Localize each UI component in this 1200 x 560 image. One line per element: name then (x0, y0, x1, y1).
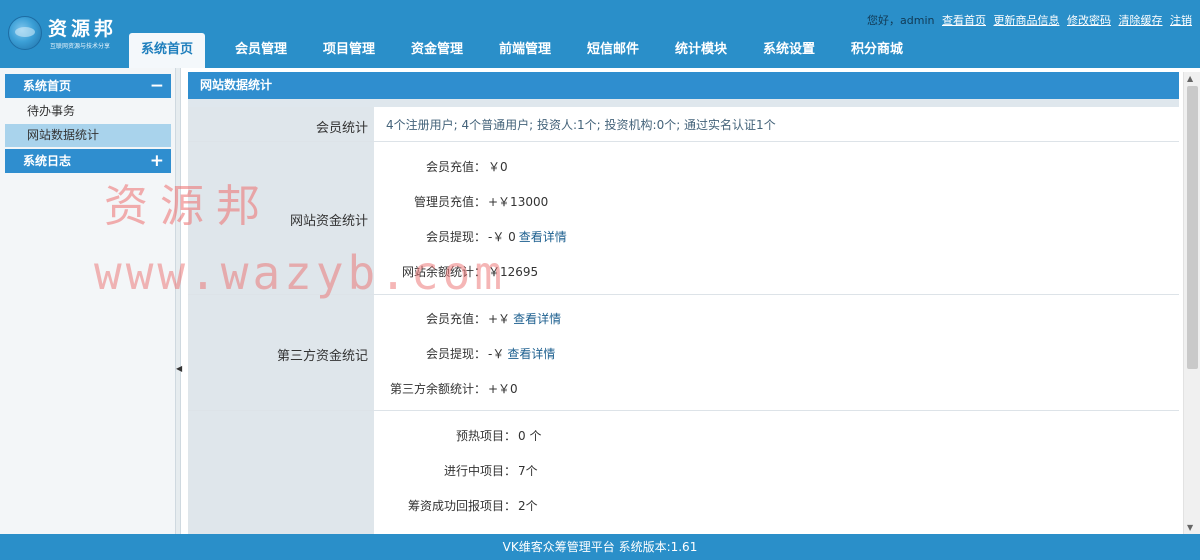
link-logout[interactable]: 注销 (1170, 14, 1192, 27)
project-preheat: 预热项目： 0 个 (455, 429, 542, 443)
site-member-recharge: 会员充值： ￥0 (425, 160, 508, 174)
link-clear-cache[interactable]: 清除缓存 (1119, 14, 1163, 27)
panel-strip (188, 99, 1179, 107)
nav-fund-management[interactable]: 资金管理 (393, 33, 481, 68)
globe-icon (8, 16, 42, 50)
tp-member-recharge: 会员充值： +￥ 查看详情 (425, 312, 562, 326)
panel-title: 网站数据统计 (188, 72, 1179, 99)
nav-project-management[interactable]: 项目管理 (305, 33, 393, 68)
row-label: 会员统计 (315, 121, 368, 136)
view-details-link[interactable]: 查看详情 (507, 347, 555, 361)
row-label: 第三方资金统记 (276, 349, 368, 364)
row-site-funds: 网站资金统计 会员充值： ￥0 管理员充值： +￥13000 会员提现： -￥ 0 查看… (188, 142, 1179, 295)
sidebar-toggle-icon[interactable]: ◀ (176, 364, 182, 373)
tp-balance: 第三方余额统计： +￥0 (389, 382, 518, 396)
main-content: 网站数据统计 会员统计 4个注册用户; 4个普通用户; 投资人:1个; 投资机构… (188, 72, 1179, 534)
site-member-withdraw: 会员提现： -￥ 0 查看详情 (425, 230, 567, 244)
logo-subtitle: 互联网资源与技术分享 (50, 43, 111, 50)
sidebar-group-label: 系统首页 (23, 79, 72, 93)
greeting: 您好，admin (867, 14, 935, 27)
sidebar-item-site-stats[interactable]: 网站数据统计 (5, 124, 171, 147)
project-ongoing: 进行中项目： 7个 (443, 464, 538, 478)
collapse-icon[interactable]: − (150, 74, 164, 98)
site-admin-recharge: 管理员充值： +￥13000 (413, 195, 549, 209)
sidebar-group-system-home[interactable]: 系统首页 − (5, 74, 171, 98)
nav-sms-email[interactable]: 短信邮件 (569, 33, 657, 68)
expand-icon[interactable]: + (150, 149, 164, 173)
logo-name: 资源邦 (48, 18, 118, 40)
nav-system-home[interactable]: 系统首页 (129, 33, 205, 68)
nav-system-settings[interactable]: 系统设置 (745, 33, 833, 68)
sidebar: 系统首页 − 待办事务 网站数据统计 系统日志 + ◀ (0, 68, 182, 534)
vertical-scrollbar[interactable]: ▲ ▼ (1183, 72, 1200, 534)
nav-statistics[interactable]: 统计模块 (657, 33, 745, 68)
nav-points-mall[interactable]: 积分商城 (833, 33, 921, 68)
sidebar-group-system-log[interactable]: 系统日志 + (5, 149, 171, 173)
row-label: 网站资金统计 (289, 214, 368, 229)
main-nav: 系统首页 会员管理 项目管理 资金管理 前端管理 短信邮件 统计模块 系统设置 … (129, 33, 921, 68)
top-header: 资源邦 互联网资源与技术分享 您好，admin 查看首页 更新商品信息 修改密码… (0, 0, 1200, 68)
row-third-party-funds: 第三方资金统记 会员充值： +￥ 查看详情 会员提现： -￥ 查看详情 第三方余额统计：… (188, 295, 1179, 411)
link-view-home[interactable]: 查看首页 (942, 14, 986, 27)
view-details-link[interactable]: 查看详情 (519, 230, 567, 244)
scroll-up-icon[interactable]: ▲ (1187, 74, 1193, 83)
member-stats-text: 4个注册用户; 4个普通用户; 投资人:1个; 投资机构:0个; 通过实名认证1… (386, 118, 776, 132)
tp-member-withdraw: 会员提现： -￥ 查看详情 (425, 347, 556, 361)
view-details-link[interactable]: 查看详情 (513, 312, 561, 326)
nav-member-management[interactable]: 会员管理 (217, 33, 305, 68)
site-balance: 网站余额统计： ￥12695 (401, 265, 539, 279)
footer: VK维客众筹管理平台 系统版本:1.61 (0, 534, 1200, 560)
user-links: 您好，admin 查看首页 更新商品信息 修改密码 清除缓存 注销 (867, 12, 1192, 28)
sidebar-item-todo[interactable]: 待办事务 (5, 100, 171, 123)
row-member-stats: 会员统计 4个注册用户; 4个普通用户; 投资人:1个; 投资机构:0个; 通过… (188, 107, 1179, 142)
link-update-products[interactable]: 更新商品信息 (994, 14, 1060, 27)
scroll-thumb[interactable] (1187, 86, 1198, 369)
link-change-password[interactable]: 修改密码 (1067, 14, 1111, 27)
nav-frontend-management[interactable]: 前端管理 (481, 33, 569, 68)
sidebar-group-label: 系统日志 (23, 154, 72, 168)
scroll-down-icon[interactable]: ▼ (1187, 523, 1193, 532)
project-success: 筹资成功回报项目： 2个 (407, 499, 538, 513)
row-projects: 预热项目： 0 个 进行中项目： 7个 筹资成功回报项目： 2个 (188, 411, 1179, 534)
sidebar-splitter[interactable] (175, 68, 181, 534)
logo[interactable]: 资源邦 互联网资源与技术分享 (8, 10, 128, 54)
